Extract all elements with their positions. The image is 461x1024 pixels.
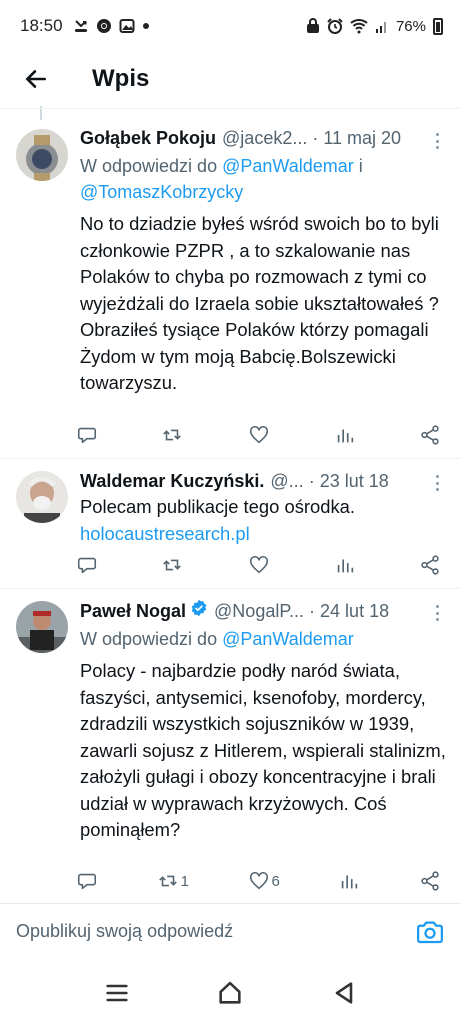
tweet[interactable]: Gołąbek Pokoju @jacek2... · 11 maj 20 W … xyxy=(0,108,461,458)
avatar[interactable] xyxy=(16,601,68,653)
status-time: 18:50 xyxy=(20,16,63,35)
share-icon xyxy=(421,425,439,445)
tweet-link[interactable]: holocaustresearch.pl xyxy=(80,521,447,548)
retweet-icon xyxy=(162,559,181,571)
signal-icon xyxy=(375,22,386,33)
retweet-button[interactable]: 1 xyxy=(157,867,189,895)
tweet-actions xyxy=(76,421,441,449)
author-name[interactable]: Paweł Nogal xyxy=(80,599,186,623)
back-nav-icon[interactable] xyxy=(330,979,358,1007)
arrow-left-icon xyxy=(25,70,46,88)
bar-chart-icon xyxy=(338,429,354,443)
reply-button[interactable] xyxy=(76,421,98,449)
share-button[interactable] xyxy=(419,551,441,579)
alarm-icon xyxy=(327,18,343,34)
share-button[interactable] xyxy=(419,867,441,895)
author-handle[interactable]: @jacek2... xyxy=(222,126,307,150)
tweet-text: No to dziadzie byłeś wśród swoich bo to … xyxy=(80,213,439,393)
wifi-icon xyxy=(350,19,368,34)
retweet-button[interactable] xyxy=(161,551,185,579)
tweet[interactable]: Paweł Nogal @NogalP... · 24 lut 18 W odp… xyxy=(0,588,461,902)
views-button[interactable] xyxy=(334,551,356,579)
like-button[interactable]: 6 xyxy=(248,867,280,895)
tweet-text: Polacy - najbardzie podły naród świata, … xyxy=(80,660,446,840)
author-name[interactable]: Gołąbek Pokoju xyxy=(80,126,216,150)
tweet-header: Paweł Nogal @NogalP... · 24 lut 18 xyxy=(80,599,390,623)
home-icon[interactable] xyxy=(216,979,244,1007)
camera-icon[interactable] xyxy=(415,917,445,947)
tweet-text: Polecam publikacje tego ośrodka. xyxy=(80,496,355,517)
mention-link[interactable]: @PanWaldemar xyxy=(222,629,354,649)
reply-context: W odpowiedzi do @PanWaldemar i @TomaszKo… xyxy=(80,156,363,202)
comment-icon xyxy=(77,873,97,890)
share-button[interactable] xyxy=(419,421,441,449)
like-count: 6 xyxy=(271,872,280,890)
reply-button[interactable] xyxy=(76,867,98,895)
page-title: Wpis xyxy=(92,65,150,92)
reply-context: W odpowiedzi do @PanWaldemar xyxy=(80,629,354,649)
tweet[interactable]: Waldemar Kuczyński. @... · 23 lut 18 Pol… xyxy=(0,458,461,588)
tweet-date[interactable]: 23 lut 18 xyxy=(320,469,389,493)
status-bar: 18:50 76% xyxy=(0,0,461,52)
app-header: Wpis xyxy=(0,52,461,106)
battery-percent: 76% xyxy=(395,17,426,35)
battery-icon xyxy=(433,17,443,35)
retweet-button[interactable] xyxy=(161,421,185,449)
tweet-actions xyxy=(76,551,441,579)
heart-icon xyxy=(249,555,268,574)
views-button[interactable] xyxy=(338,867,360,895)
dot-icon xyxy=(142,23,149,29)
author-name[interactable]: Waldemar Kuczyński. xyxy=(80,469,264,493)
retweet-count: 1 xyxy=(180,872,189,890)
retweet-icon xyxy=(158,875,177,887)
views-button[interactable] xyxy=(334,421,356,449)
chrome-icon xyxy=(96,19,111,33)
heart-icon xyxy=(249,425,268,444)
bar-chart-icon xyxy=(338,559,354,573)
share-icon xyxy=(421,555,439,575)
gallery-icon xyxy=(119,19,135,33)
reply-input[interactable]: Opublikuj swoją odpowiedź xyxy=(16,921,233,942)
heart-icon xyxy=(249,871,268,890)
system-nav-bar xyxy=(0,962,461,1024)
verified-badge-icon xyxy=(191,599,207,617)
like-button[interactable] xyxy=(248,551,272,579)
bar-chart-icon xyxy=(342,875,358,889)
reply-compose-bar[interactable]: Opublikuj swoją odpowiedź xyxy=(0,903,461,959)
back-button[interactable] xyxy=(0,52,72,106)
tweet-date[interactable]: 11 maj 20 xyxy=(323,126,401,150)
lock-icon xyxy=(306,18,319,33)
tweet-date[interactable]: 24 lut 18 xyxy=(320,599,389,623)
like-button[interactable] xyxy=(248,421,272,449)
recent-apps-icon[interactable] xyxy=(103,979,131,1007)
reply-button[interactable] xyxy=(76,551,98,579)
tweet-header: Gołąbek Pokoju @jacek2... · 11 maj 20 xyxy=(80,126,402,150)
share-icon xyxy=(421,871,439,891)
author-handle[interactable]: @... xyxy=(270,469,303,493)
mention-link[interactable]: @PanWaldemar xyxy=(222,156,354,176)
tweet-header: Waldemar Kuczyński. @... · 23 lut 18 xyxy=(80,469,389,493)
avatar[interactable] xyxy=(16,471,68,523)
missed-call-icon xyxy=(74,20,87,32)
avatar[interactable] xyxy=(16,129,68,181)
tweet-actions: 1 6 xyxy=(76,867,441,895)
author-handle[interactable]: @NogalP... xyxy=(214,599,304,623)
mention-link[interactable]: @TomaszKobrzycky xyxy=(80,182,243,202)
comment-icon xyxy=(77,557,97,574)
retweet-icon xyxy=(162,429,181,441)
comment-icon xyxy=(77,427,97,444)
